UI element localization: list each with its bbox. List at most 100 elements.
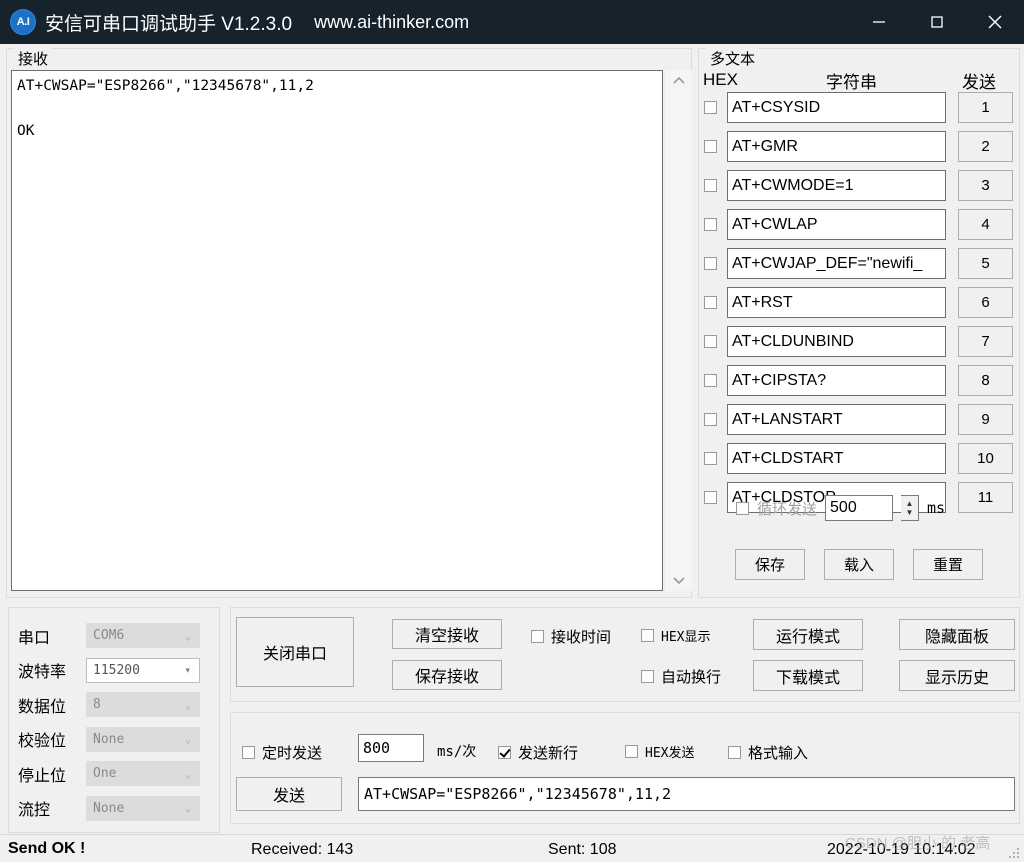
resize-grip[interactable] (1009, 848, 1021, 860)
timed-send-checkbox[interactable] (242, 746, 255, 759)
multitext-hex-checkbox[interactable] (704, 335, 717, 348)
minimize-button[interactable] (850, 0, 908, 44)
chevron-down-icon[interactable]: ⌄ (184, 629, 191, 642)
multitext-row: AT+CLDSTOP 11 (703, 482, 1013, 513)
multitext-row: AT+CWLAP 4 (703, 209, 1013, 240)
multitext-send-button[interactable]: 7 (958, 326, 1013, 357)
receive-scrollbar[interactable] (664, 70, 692, 591)
serial-setting-value: COM6 (93, 628, 125, 643)
serial-setting-dropdown[interactable]: 115200 ▾ (86, 657, 200, 683)
multitext-send-button[interactable]: 3 (958, 170, 1013, 201)
serial-setting-label: 波特率 (18, 664, 67, 681)
multitext-command-input[interactable]: AT+CSYSID (727, 92, 946, 123)
serial-setting-dropdown[interactable]: None ⌄ (86, 726, 200, 752)
multitext-save-button[interactable]: 保存 (735, 549, 805, 580)
timed-send-label: 定时发送 (262, 745, 323, 762)
hex-show-checkbox[interactable] (641, 629, 654, 642)
multitext-command-input[interactable]: AT+CIPSTA? (727, 365, 946, 396)
chevron-down-icon[interactable]: ▾ (184, 664, 191, 677)
multitext-send-button[interactable]: 9 (958, 404, 1013, 435)
multitext-send-button[interactable]: 6 (958, 287, 1013, 318)
hide-panel-button[interactable]: 隐藏面板 (899, 619, 1015, 650)
multitext-hex-checkbox[interactable] (704, 140, 717, 153)
serial-setting-dropdown[interactable]: 8 ⌄ (86, 692, 200, 717)
multitext-send-button[interactable]: 10 (958, 443, 1013, 474)
multitext-command-input[interactable]: AT+CWLAP (727, 209, 946, 240)
send-input[interactable]: AT+CWSAP="ESP8266","12345678",11,2 (358, 777, 1015, 811)
stepper-down-icon[interactable]: ▼ (906, 508, 914, 517)
multitext-command-input[interactable]: AT+LANSTART (727, 404, 946, 435)
multitext-row: AT+CWJAP_DEF="newifi_ 5 (703, 248, 1013, 279)
chevron-down-icon[interactable]: ⌄ (184, 767, 191, 780)
receive-time-checkbox[interactable] (531, 630, 544, 643)
maximize-button[interactable] (908, 0, 966, 44)
serial-setting-dropdown[interactable]: None ⌄ (86, 795, 200, 821)
send-newline-checkbox[interactable] (498, 746, 511, 759)
multitext-hex-checkbox[interactable] (704, 257, 717, 270)
multitext-send-button[interactable]: 8 (958, 365, 1013, 396)
auto-wrap-checkbox[interactable] (641, 670, 654, 683)
multitext-hex-checkbox[interactable] (704, 374, 717, 387)
multitext-header-string: 字符串 (826, 73, 877, 92)
stepper-up-icon[interactable]: ▲ (906, 499, 914, 508)
serial-assistant-window: A.I 安信可串口调试助手 V1.2.3.0 www.ai-thinker.co… (0, 0, 1024, 862)
multitext-command-input[interactable]: AT+CWMODE=1 (727, 170, 946, 201)
loop-interval-input[interactable]: 500 (825, 495, 894, 521)
format-input-checkbox[interactable] (728, 746, 741, 759)
multitext-load-button[interactable]: 载入 (824, 549, 894, 580)
loop-interval-stepper[interactable]: ▲ ▼ (901, 495, 920, 521)
multitext-hex-checkbox[interactable] (704, 491, 717, 504)
timed-interval-input[interactable]: 800 (358, 734, 424, 762)
multitext-hex-checkbox[interactable] (704, 218, 717, 231)
download-mode-button[interactable]: 下载模式 (753, 660, 863, 691)
serial-setting-label: 数据位 (18, 698, 67, 716)
timed-unit-label: ms/次 (437, 744, 477, 760)
multitext-hex-checkbox[interactable] (704, 452, 717, 465)
window-title: 安信可串口调试助手 V1.2.3.0 (45, 13, 293, 35)
multitext-hex-checkbox[interactable] (704, 296, 717, 309)
serial-setting-dropdown[interactable]: COM6 ⌄ (86, 623, 200, 648)
multitext-send-button[interactable]: 5 (958, 248, 1013, 279)
hex-send-checkbox[interactable] (625, 745, 638, 758)
multitext-send-button[interactable]: 11 (958, 482, 1013, 513)
hex-show-label: HEX显示 (661, 630, 711, 645)
receive-textarea[interactable]: AT+CWSAP="ESP8266","12345678",11,2 OK (11, 70, 663, 591)
serial-setting-row: 校验位 None ⌄ (18, 726, 200, 752)
multitext-send-button[interactable]: 2 (958, 131, 1013, 162)
multitext-hex-checkbox[interactable] (704, 179, 717, 192)
multitext-command-input[interactable]: AT+RST (727, 287, 946, 318)
run-mode-button[interactable]: 运行模式 (753, 619, 863, 650)
multitext-row: AT+RST 6 (703, 287, 1013, 318)
clear-receive-button[interactable]: 清空接收 (392, 619, 502, 649)
send-newline-row: 发送新行 (498, 742, 578, 763)
loop-send-checkbox[interactable] (736, 501, 749, 515)
serial-setting-row: 串口 COM6 ⌄ (18, 623, 200, 648)
show-history-button[interactable]: 显示历史 (899, 660, 1015, 691)
multitext-row: AT+CSYSID 1 (703, 92, 1013, 123)
sent-count: Sent: 108 (548, 841, 617, 858)
multitext-send-button[interactable]: 1 (958, 92, 1013, 123)
serial-setting-dropdown[interactable]: One ⌄ (86, 761, 200, 786)
multitext-reset-button[interactable]: 重置 (913, 549, 983, 580)
multitext-hex-checkbox[interactable] (704, 101, 717, 114)
multitext-command-input[interactable]: AT+CWJAP_DEF="newifi_ (727, 248, 946, 279)
chevron-down-icon[interactable] (665, 569, 693, 591)
auto-wrap-label: 自动换行 (661, 669, 722, 686)
receive-group-label: 接收 (14, 48, 53, 69)
chevron-down-icon[interactable]: ⌄ (184, 802, 191, 815)
save-receive-button[interactable]: 保存接收 (392, 660, 502, 690)
multitext-hex-checkbox[interactable] (704, 413, 717, 426)
multitext-command-input[interactable]: AT+CLDUNBIND (727, 326, 946, 357)
multitext-command-input[interactable]: AT+GMR (727, 131, 946, 162)
receive-time-label: 接收时间 (551, 629, 612, 646)
multitext-command-input[interactable]: AT+CLDSTART (727, 443, 946, 474)
serial-setting-value: 115200 (93, 662, 140, 678)
multitext-send-button[interactable]: 4 (958, 209, 1013, 240)
receive-time-row: 接收时间 (531, 626, 611, 647)
close-button[interactable] (966, 0, 1024, 44)
close-serial-button[interactable]: 关闭串口 (236, 617, 354, 687)
chevron-down-icon[interactable]: ⌄ (184, 698, 191, 711)
chevron-up-icon[interactable] (665, 70, 693, 92)
send-button[interactable]: 发送 (236, 777, 342, 811)
chevron-down-icon[interactable]: ⌄ (184, 733, 191, 746)
